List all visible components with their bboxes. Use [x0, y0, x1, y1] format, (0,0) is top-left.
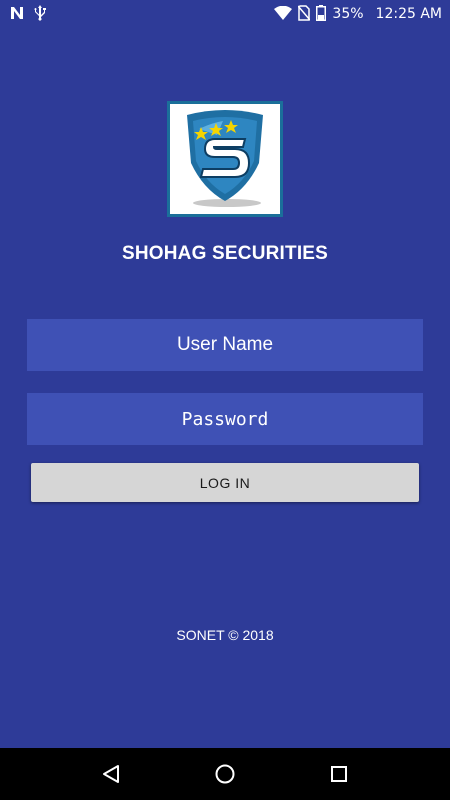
home-icon[interactable] — [205, 754, 245, 794]
system-nav-bar — [0, 748, 450, 800]
battery-icon — [316, 4, 327, 24]
battery-percent: 35% — [332, 6, 364, 22]
recents-icon[interactable] — [319, 754, 359, 794]
no-sim-icon — [297, 4, 311, 24]
copyright-footer: SONET © 2018 — [176, 627, 274, 643]
clock: 12:25 AM — [375, 6, 442, 22]
status-right: 35% 12:25 AM — [274, 4, 442, 24]
usb-icon — [34, 4, 46, 24]
username-input[interactable] — [27, 319, 423, 371]
status-left — [10, 4, 46, 24]
wifi-icon — [274, 5, 293, 23]
back-icon[interactable] — [91, 754, 131, 794]
app-logo — [167, 101, 283, 217]
password-input[interactable] — [27, 393, 423, 445]
shield-logo-icon — [175, 105, 275, 214]
login-button[interactable]: LOG IN — [31, 463, 419, 502]
app-title: SHOHAG SECURITIES — [121, 243, 329, 264]
n-notification-icon — [10, 6, 24, 23]
status-bar: 35% 12:25 AM — [0, 0, 450, 28]
